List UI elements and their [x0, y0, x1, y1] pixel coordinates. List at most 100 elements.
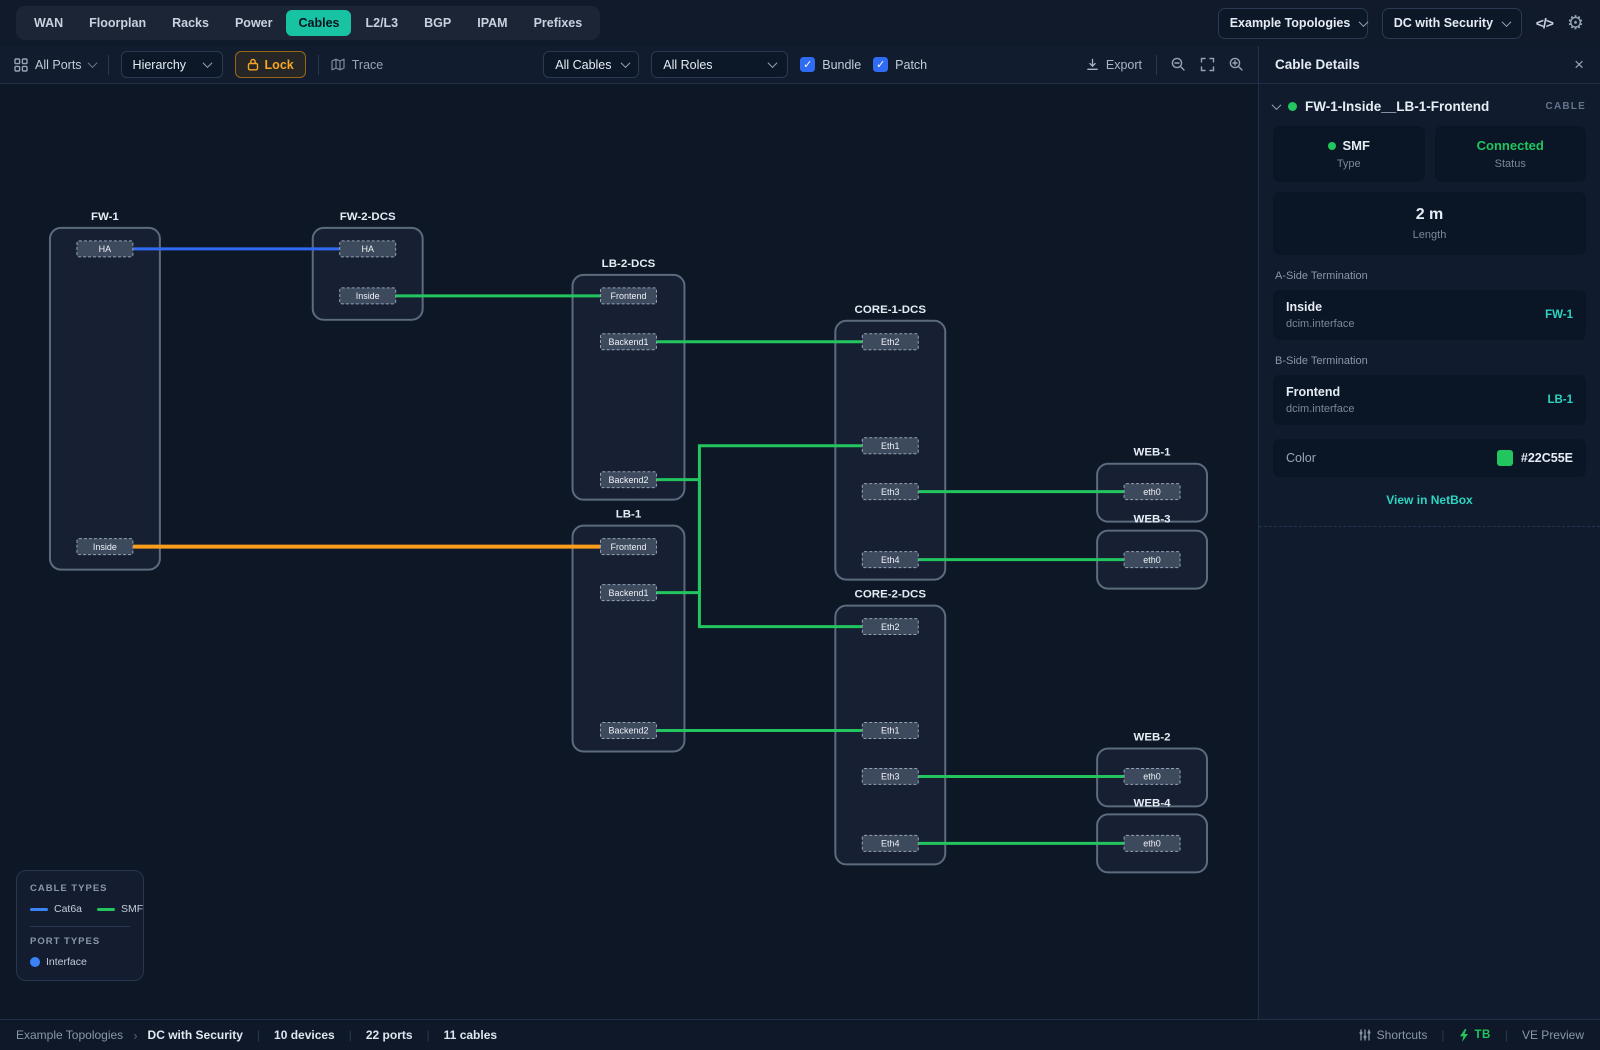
a-side-device-link[interactable]: FW-1: [1545, 309, 1573, 321]
statusbar-right: Shortcuts | TB | VE Preview: [1359, 1028, 1584, 1042]
bundle-checkbox[interactable]: ✓: [800, 57, 815, 72]
port-LB-1-Frontend[interactable]: Frontend: [601, 539, 657, 555]
trace-button[interactable]: Trace: [331, 58, 384, 72]
chevron-down-icon: [1359, 17, 1369, 27]
nav-tab-wan[interactable]: WAN: [22, 10, 75, 36]
port-WEB-4-eth0[interactable]: eth0: [1124, 835, 1180, 851]
trace-map-icon: [331, 58, 345, 71]
app: WANFloorplanRacksPowerCablesL2/L3BGPIPAM…: [0, 0, 1600, 1050]
shortcuts-button[interactable]: Shortcuts: [1359, 1028, 1428, 1042]
export-button[interactable]: Export: [1086, 58, 1142, 72]
patch-toggle[interactable]: ✓ Patch: [873, 57, 927, 72]
nav-tab-floorplan[interactable]: Floorplan: [77, 10, 158, 36]
port-label: eth0: [1143, 772, 1161, 782]
roles-filter-select[interactable]: All Roles: [651, 51, 788, 78]
cables-filter-select[interactable]: All Cables: [543, 51, 639, 78]
b-side-card[interactable]: Frontend dcim.interface LB-1: [1273, 375, 1586, 425]
port-CORE-1-DCS-Eth1[interactable]: Eth1: [862, 438, 918, 454]
ports-filter-button[interactable]: All Ports: [14, 58, 96, 72]
port-FW-1-HA[interactable]: HA: [77, 241, 133, 257]
port-CORE-1-DCS-Eth4[interactable]: Eth4: [862, 552, 918, 568]
bundle-toggle[interactable]: ✓ Bundle: [800, 57, 861, 72]
a-side-card[interactable]: Inside dcim.interface FW-1: [1273, 290, 1586, 340]
nav-tab-ipam[interactable]: IPAM: [465, 10, 519, 36]
chevron-down-icon: [620, 58, 630, 68]
nav-tab-prefixes[interactable]: Prefixes: [522, 10, 595, 36]
zoom-out-icon: [1171, 57, 1186, 72]
node-WEB-4[interactable]: WEB-4: [1097, 797, 1207, 872]
ve-preview-label: VE Preview: [1522, 1028, 1584, 1042]
port-CORE-1-DCS-Eth2[interactable]: Eth2: [862, 334, 918, 350]
nav-tab-l2-l3[interactable]: L2/L3: [353, 10, 410, 36]
port-FW-2-DCS-Inside[interactable]: Inside: [340, 288, 396, 304]
port-CORE-1-DCS-Eth3[interactable]: Eth3: [862, 484, 918, 500]
legend-label: Interface: [46, 956, 87, 968]
status-card: Connected Status: [1435, 126, 1587, 182]
divider: |: [345, 1028, 356, 1042]
fit-view-button[interactable]: [1200, 57, 1215, 72]
divider: [30, 926, 130, 927]
port-LB-1-Backend1[interactable]: Backend1: [601, 585, 657, 601]
close-icon[interactable]: ×: [1574, 56, 1584, 73]
port-LB-1-Backend2[interactable]: Backend2: [601, 722, 657, 738]
lock-icon: [247, 58, 259, 71]
port-WEB-1-eth0[interactable]: eth0: [1124, 484, 1180, 500]
breadcrumb-separator: ›: [133, 1028, 137, 1043]
nav-tab-cables[interactable]: Cables: [286, 10, 351, 36]
b-side-device-link[interactable]: LB-1: [1547, 394, 1573, 406]
port-label: Backend2: [609, 475, 649, 485]
node-WEB-3[interactable]: WEB-3: [1097, 514, 1207, 589]
port-LB-2-DCS-Backend2[interactable]: Backend2: [601, 472, 657, 488]
view-in-netbox-link[interactable]: View in NetBox: [1273, 493, 1586, 507]
port-FW-2-DCS-HA[interactable]: HA: [340, 241, 396, 257]
a-side-sub: dcim.interface: [1286, 318, 1354, 330]
chevron-down-icon[interactable]: [1272, 100, 1282, 110]
lock-button[interactable]: Lock: [235, 51, 306, 78]
topology-group-select[interactable]: Example Topologies: [1218, 8, 1368, 39]
type-value: SMF: [1343, 138, 1370, 153]
zoom-out-button[interactable]: [1171, 57, 1186, 72]
layout-select[interactable]: Hierarchy: [121, 51, 223, 78]
port-LB-2-DCS-Frontend[interactable]: Frontend: [601, 288, 657, 304]
sliders-icon: [1359, 1029, 1371, 1041]
node-FW-1[interactable]: FW-1: [50, 211, 160, 570]
cable-attr-cards: SMF Type Connected Status: [1273, 126, 1586, 182]
divider: [108, 55, 109, 75]
zoom-in-button[interactable]: [1229, 57, 1244, 72]
cable-LB-2-DCS-Backend2__CORE-2-DCS-Eth2[interactable]: [656, 480, 862, 627]
gear-icon[interactable]: ⚙: [1567, 14, 1584, 33]
port-label: HA: [99, 244, 111, 254]
port-CORE-2-DCS-Eth4[interactable]: Eth4: [862, 835, 918, 851]
port-CORE-2-DCS-Eth1[interactable]: Eth1: [862, 722, 918, 738]
patch-checkbox[interactable]: ✓: [873, 57, 888, 72]
length-value: 2 m: [1283, 206, 1576, 224]
port-WEB-2-eth0[interactable]: eth0: [1124, 768, 1180, 784]
port-FW-1-Inside[interactable]: Inside: [77, 539, 133, 555]
port-CORE-2-DCS-Eth3[interactable]: Eth3: [862, 768, 918, 784]
port-LB-2-DCS-Backend1[interactable]: Backend1: [601, 334, 657, 350]
status-label: Status: [1445, 158, 1577, 170]
topology-select[interactable]: DC with Security: [1382, 8, 1522, 39]
node-label: WEB-1: [1134, 447, 1172, 459]
port-label: Eth3: [881, 772, 899, 782]
port-WEB-3-eth0[interactable]: eth0: [1124, 552, 1180, 568]
ve-preview-button[interactable]: VE Preview: [1522, 1028, 1584, 1042]
b-side-heading: B-Side Termination: [1275, 355, 1584, 367]
cable-header-row[interactable]: FW-1-Inside__LB-1-Frontend CABLE: [1273, 99, 1586, 114]
nav-tab-power[interactable]: Power: [223, 10, 285, 36]
legend-cable-types-row: Cat6aSMF: [30, 903, 130, 915]
nav-tab-racks[interactable]: Racks: [160, 10, 221, 36]
cable-LB-1-Backend1__CORE-1-DCS-Eth1[interactable]: [656, 446, 862, 593]
port-CORE-2-DCS-Eth2[interactable]: Eth2: [862, 619, 918, 635]
port-label: Inside: [93, 542, 117, 552]
topology-canvas[interactable]: FW-1FW-2-DCSLB-2-DCSCORE-1-DCSLB-1CORE-2…: [0, 84, 1258, 1018]
b-side-name: Frontend: [1286, 385, 1354, 399]
tb-status-button[interactable]: TB: [1459, 1029, 1491, 1042]
nav-tab-bgp[interactable]: BGP: [412, 10, 463, 36]
code-icon[interactable]: </>: [1536, 15, 1553, 31]
diagram-area: FW-1FW-2-DCSLB-2-DCSCORE-1-DCSLB-1CORE-2…: [0, 84, 1258, 1019]
cables-filter-value: All Cables: [555, 58, 611, 72]
object-kind-label: CABLE: [1546, 101, 1586, 112]
legend-port-types-title: PORT TYPES: [30, 936, 130, 947]
ports-filter-label: All Ports: [35, 58, 82, 72]
